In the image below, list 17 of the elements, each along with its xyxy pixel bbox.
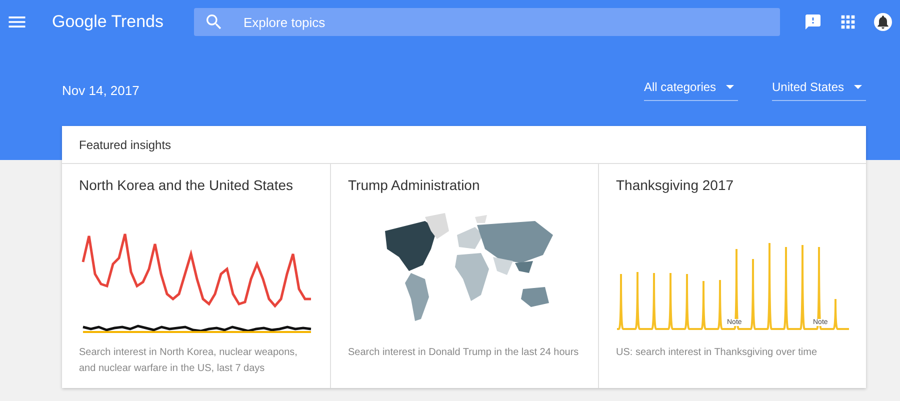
insight-caption: Search interest in North Korea, nuclear weapons, and nuclear warfare in the US, last 7 days xyxy=(79,346,298,376)
insight-title[interactable]: Thanksgiving 2017 xyxy=(616,177,850,193)
insight-title[interactable]: Trump Administration xyxy=(348,177,582,193)
filter-dropdown[interactable]: All categories xyxy=(644,80,738,101)
insight-title[interactable]: North Korea and the United States xyxy=(79,177,314,193)
insight-caption: US: search interest in Thanksgiving over time xyxy=(616,346,818,360)
feedback-icon[interactable] xyxy=(804,13,822,31)
date-label: Nov 14, 2017 xyxy=(62,83,140,98)
search-icon xyxy=(204,12,224,32)
card-heading: Featured insights xyxy=(79,138,172,152)
notifications-icon[interactable] xyxy=(874,13,892,31)
search-field[interactable]: Explore topics xyxy=(194,8,780,36)
caret-icon xyxy=(726,85,734,89)
filter-dropdown[interactable]: United States xyxy=(772,80,866,101)
logo[interactable]: Google Trends xyxy=(52,12,164,32)
insight-caption: Search interest in Donald Trump in the last 24 hours xyxy=(348,346,580,360)
caret-icon xyxy=(854,85,862,89)
